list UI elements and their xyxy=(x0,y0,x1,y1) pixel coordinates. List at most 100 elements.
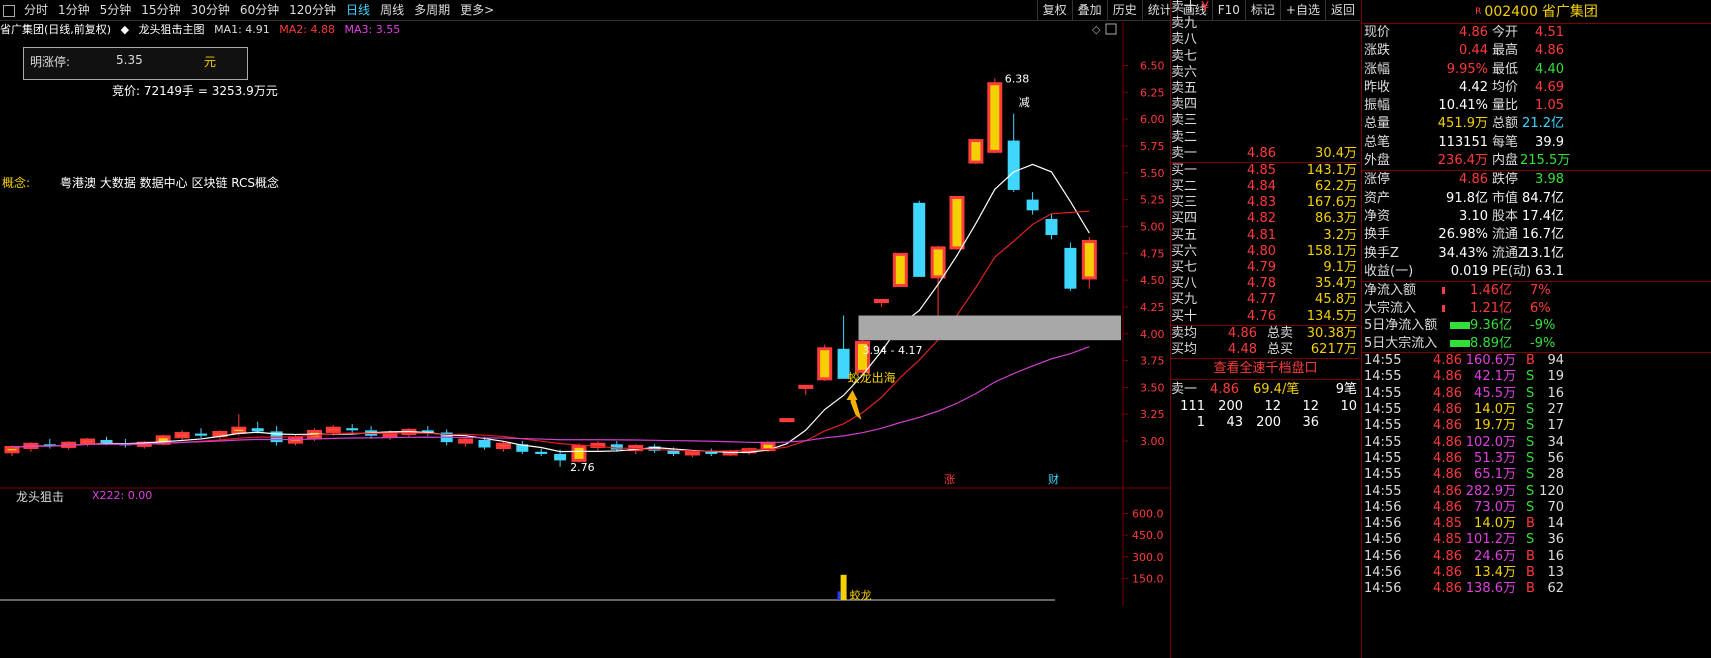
ask-row[interactable]: 卖八 xyxy=(1171,32,1360,48)
view-all-orderbook-link[interactable]: 查看全速千档盘口 xyxy=(1171,359,1360,379)
quote-label: 股本 xyxy=(1492,208,1519,224)
period-tab-0[interactable]: 分时 xyxy=(19,0,53,21)
candle-body xyxy=(554,453,567,461)
period-tab-1[interactable]: 1分钟 xyxy=(53,0,95,21)
toolbar-button-2[interactable]: 历史 xyxy=(1106,0,1142,21)
tick-price: 4.86 xyxy=(1433,418,1462,434)
tick-volume: 101.2万 xyxy=(1465,532,1516,548)
flow-row: 大宗流入 1.21亿 6% xyxy=(1362,300,1711,318)
bid-row[interactable]: 买六 4.80 158.1万 xyxy=(1171,244,1360,260)
tick-list[interactable]: 14:55 4.86 160.6万 B 94 14:55 4.86 42.1万 S 19 14:55… xyxy=(1362,353,1711,597)
window-restore-icon[interactable] xyxy=(1105,23,1117,35)
quote-label: 净资 xyxy=(1364,208,1391,224)
stock-header[interactable]: R 002400 省广集团 xyxy=(1362,0,1711,24)
bid-row[interactable]: 买五 4.81 3.2万 xyxy=(1171,228,1360,244)
tick-side: S xyxy=(1526,467,1535,483)
candle xyxy=(174,430,190,442)
period-list: 分时 1分钟 5分钟 15分钟 30分钟 60分钟 120分钟 日线 周线 多周期 更多> xyxy=(0,0,499,21)
candle-body xyxy=(251,428,264,432)
high-price-label: 6.38 xyxy=(1005,72,1030,85)
period-tab-4[interactable]: 30分钟 xyxy=(186,0,235,21)
tick-side: S xyxy=(1526,369,1535,385)
tick-count: 34 xyxy=(1547,434,1564,450)
tick-row: 14:56 4.85 14.0万 B 14 xyxy=(1362,516,1711,532)
ask-row[interactable]: 卖三 xyxy=(1171,113,1360,129)
menu-icon[interactable] xyxy=(3,4,15,17)
period-tab-8[interactable]: 周线 xyxy=(375,0,409,21)
price-tick-label: 4.00 xyxy=(1140,328,1165,341)
period-tab-9[interactable]: 多周期 xyxy=(409,0,455,21)
total-buy-label: 总买 xyxy=(1267,341,1294,357)
indicator-name[interactable]: 龙头狙击 xyxy=(16,488,64,505)
candle xyxy=(779,418,795,423)
bid-row[interactable]: 买二 4.84 62.2万 xyxy=(1171,179,1360,195)
tick-side: S xyxy=(1526,450,1535,466)
quote-label: 涨幅 xyxy=(1364,61,1391,77)
quote-row: 涨停 4.86 跌停 3.98 xyxy=(1362,171,1711,189)
ask-row[interactable]: 卖一 4.86 30.4万 xyxy=(1171,146,1360,162)
bid-row[interactable]: 买三 4.83 167.6万 xyxy=(1171,195,1360,211)
bid-volume: 45.8万 xyxy=(1315,292,1357,308)
price-chart[interactable]: 6.38 2.76 减 3.94 - 4.17 蛟龙出海涨 财 ◇ 6.50 6.25 6.00… xyxy=(0,22,1170,606)
ask-row[interactable]: 卖五 xyxy=(1171,81,1360,97)
period-tab-2[interactable]: 5分钟 xyxy=(95,0,137,21)
tick-time: 14:56 xyxy=(1364,532,1402,548)
quote-row: 昨收 4.42 均价 4.69 xyxy=(1362,79,1711,97)
tick-side: S xyxy=(1526,434,1535,450)
flow-label: 5日大宗流入 xyxy=(1364,335,1438,351)
period-tab-7[interactable]: 日线 xyxy=(341,0,375,21)
quote-label: 跌停 xyxy=(1492,172,1519,188)
auction-info: 竞价: 72149手 = 3253.9万元 xyxy=(112,84,278,98)
quote-value: 9.95% xyxy=(1446,61,1488,77)
tick-row: 14:56 4.86 24.6万 B 16 xyxy=(1362,549,1711,565)
quote-row: 涨幅 9.95% 最低 4.40 xyxy=(1362,61,1711,79)
toolbar-button-1[interactable]: 叠加 xyxy=(1071,0,1107,21)
diamond-icon[interactable]: ◇ xyxy=(1092,23,1101,36)
ask-row[interactable]: 卖九 xyxy=(1171,16,1360,32)
toolbar-button-0[interactable]: 复权 xyxy=(1036,0,1072,21)
bid-row[interactable]: 买七 4.79 9.1万 xyxy=(1171,260,1360,276)
bid-label: 买四 xyxy=(1171,211,1198,227)
tick-volume: 73.0万 xyxy=(1474,499,1516,515)
limit-up-badge[interactable]: 涨 xyxy=(944,473,955,486)
tick-price: 4.86 xyxy=(1433,353,1462,369)
tick-side: B xyxy=(1526,581,1535,597)
ask-row[interactable]: 卖七 xyxy=(1171,49,1360,65)
period-tab-3[interactable]: 15分钟 xyxy=(136,0,185,21)
bid-row[interactable]: 买八 4.78 35.4万 xyxy=(1171,276,1360,292)
period-tab-5[interactable]: 60分钟 xyxy=(235,0,284,21)
tick-price: 4.86 xyxy=(1433,467,1462,483)
candle-body xyxy=(968,139,984,164)
ask-row[interactable]: 卖十 ¥ xyxy=(1171,0,1360,16)
period-tab-6[interactable]: 120分钟 xyxy=(284,0,341,21)
avg-sell-price: 4.86 xyxy=(1228,325,1257,341)
quote-value: 3.98 xyxy=(1535,172,1564,188)
finance-badge[interactable]: 财 xyxy=(1048,472,1059,486)
avg-buy-price: 4.48 xyxy=(1228,341,1257,357)
tick-time: 14:55 xyxy=(1364,385,1402,401)
tick-side: S xyxy=(1526,483,1535,499)
candle xyxy=(949,195,965,251)
bid-volume: 86.3万 xyxy=(1315,211,1357,227)
total-sell-label: 总卖 xyxy=(1267,325,1294,341)
tick-time: 14:56 xyxy=(1364,499,1402,515)
tick-row: 14:55 4.86 102.0万 S 34 xyxy=(1362,435,1711,451)
flow-percent: 7% xyxy=(1530,283,1551,299)
ask-row[interactable]: 卖四 xyxy=(1171,97,1360,113)
bid-row[interactable]: 买四 4.82 86.3万 xyxy=(1171,211,1360,227)
tick-volume: 24.6万 xyxy=(1474,548,1516,564)
ask-row[interactable]: 卖六 xyxy=(1171,65,1360,81)
bid-row[interactable]: 买十 4.76 134.5万 xyxy=(1171,309,1360,325)
candle-body xyxy=(458,438,474,444)
bid-row[interactable]: 买九 4.77 45.8万 xyxy=(1171,292,1360,308)
period-tab-10[interactable]: 更多> xyxy=(455,0,499,21)
bid-volume: 134.5万 xyxy=(1306,308,1357,324)
tick-price: 4.86 xyxy=(1433,385,1462,401)
tick-price: 4.85 xyxy=(1433,532,1462,548)
tick-side: S xyxy=(1526,499,1535,515)
candle-body xyxy=(913,202,926,277)
bid-row[interactable]: 买一 4.85 143.1万 xyxy=(1171,163,1360,179)
candle xyxy=(798,384,814,395)
ask-price: ¥ xyxy=(1201,0,1210,15)
ask-row[interactable]: 卖二 xyxy=(1171,130,1360,146)
